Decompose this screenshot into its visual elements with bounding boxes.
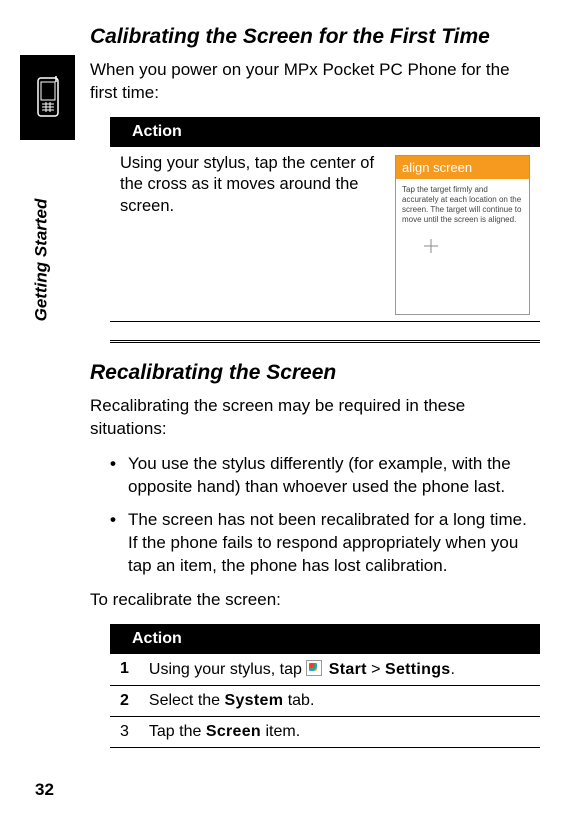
menu-settings: Settings bbox=[385, 661, 451, 678]
page-number: 32 bbox=[35, 780, 54, 800]
intro-text-1: When you power on your MPx Pocket PC Pho… bbox=[90, 59, 540, 105]
crosshair-icon bbox=[396, 231, 529, 256]
intro-text-3: To recalibrate the screen: bbox=[90, 589, 540, 612]
start-flag-icon bbox=[306, 660, 322, 676]
heading-calibrating-first-time: Calibrating the Screen for the First Tim… bbox=[90, 25, 540, 49]
step3-c: item. bbox=[261, 723, 300, 740]
step2-a: Select the bbox=[149, 692, 225, 709]
step2-c: tab. bbox=[283, 692, 314, 709]
action-table-2: Action 1 Using your stylus, tap Start > … bbox=[110, 624, 540, 748]
step3-a: Tap the bbox=[149, 723, 206, 740]
action-text-1: Using your stylus, tap the center of the… bbox=[120, 153, 375, 315]
side-tab: Getting Started bbox=[20, 55, 75, 140]
side-tab-icon-box bbox=[20, 55, 75, 140]
step-number-3: 3 bbox=[110, 717, 139, 748]
align-screen-title: align screen bbox=[396, 156, 529, 179]
bullet-list: You use the stylus differently (for exam… bbox=[110, 453, 540, 578]
section-side-label: Getting Started bbox=[31, 199, 51, 322]
action-row-1: Using your stylus, tap the center of the… bbox=[110, 147, 540, 322]
step1-pre: Using your stylus, tap bbox=[149, 661, 306, 678]
action-header-1: Action bbox=[110, 117, 540, 147]
step-number-2: 2 bbox=[110, 686, 139, 717]
gt-sep: > bbox=[371, 661, 385, 678]
align-screen-text: Tap the target firmly and accurately at … bbox=[396, 179, 529, 231]
step-row-3: 3 Tap the Screen item. bbox=[110, 717, 540, 748]
align-screen-mockup: align screen Tap the target firmly and a… bbox=[395, 155, 530, 315]
action-table-1: Action Using your stylus, tap the center… bbox=[110, 117, 540, 322]
action-header-2: Action bbox=[110, 624, 540, 654]
step-row-1: 1 Using your stylus, tap Start > Setting… bbox=[110, 654, 540, 686]
menu-screen: Screen bbox=[206, 723, 261, 740]
bullet-item-1: You use the stylus differently (for exam… bbox=[110, 453, 540, 499]
menu-system: System bbox=[225, 692, 284, 709]
step-text-2: Select the System tab. bbox=[139, 686, 540, 717]
period1: . bbox=[451, 661, 455, 678]
divider-1a bbox=[110, 340, 540, 341]
menu-start: Start bbox=[329, 661, 367, 678]
intro-text-2: Recalibrating the screen may be required… bbox=[90, 395, 540, 441]
step-text-1: Using your stylus, tap Start > Settings. bbox=[139, 654, 540, 686]
pda-phone-icon bbox=[32, 76, 64, 120]
step-number-1: 1 bbox=[110, 654, 139, 686]
heading-recalibrating: Recalibrating the Screen bbox=[90, 361, 540, 385]
step-row-2: 2 Select the System tab. bbox=[110, 686, 540, 717]
step-text-3: Tap the Screen item. bbox=[139, 717, 540, 748]
bullet-item-2: The screen has not been recalibrated for… bbox=[110, 509, 540, 578]
divider-1b bbox=[110, 342, 540, 343]
